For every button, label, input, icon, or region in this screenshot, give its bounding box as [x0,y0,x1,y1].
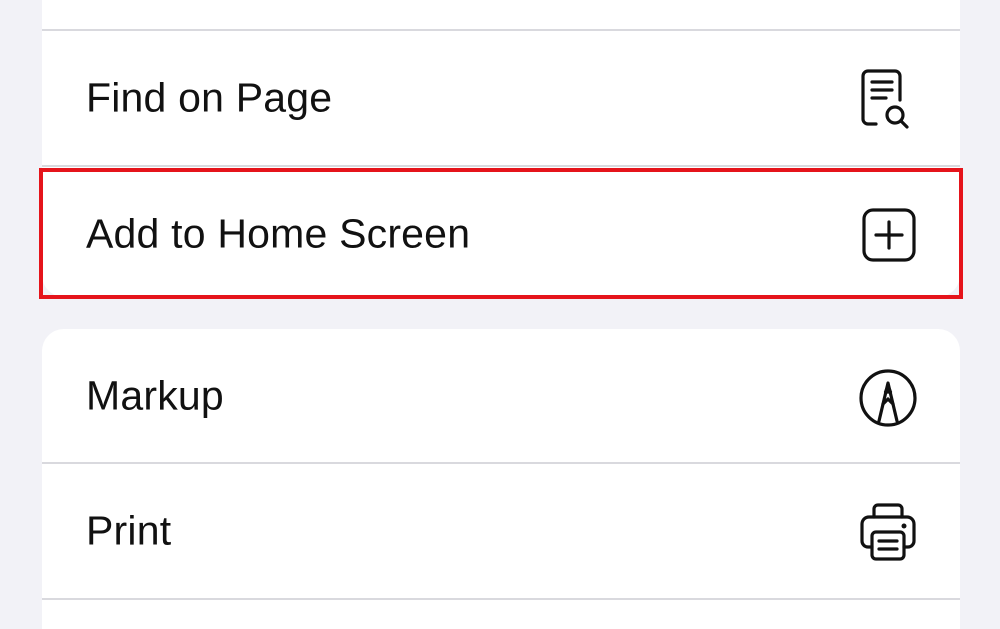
share-actions-group-bottom: Markup Print [42,329,960,629]
share-actions-group-top: Find on Page Add to Home Screen [42,0,960,297]
add-to-home-screen-row[interactable]: Add to Home Screen [42,167,960,297]
print-row[interactable]: Print [42,464,960,598]
markup-label: Markup [86,372,224,419]
find-on-page-label: Find on Page [86,74,333,121]
add-to-home-screen-label: Add to Home Screen [86,210,471,257]
find-on-page-row[interactable]: Find on Page [42,31,960,165]
print-label: Print [86,507,172,554]
printer-icon [856,499,920,563]
markup-row[interactable]: Markup [42,329,960,463]
find-on-page-icon [856,66,920,130]
add-square-icon [856,202,920,266]
markup-pen-icon [856,364,920,428]
